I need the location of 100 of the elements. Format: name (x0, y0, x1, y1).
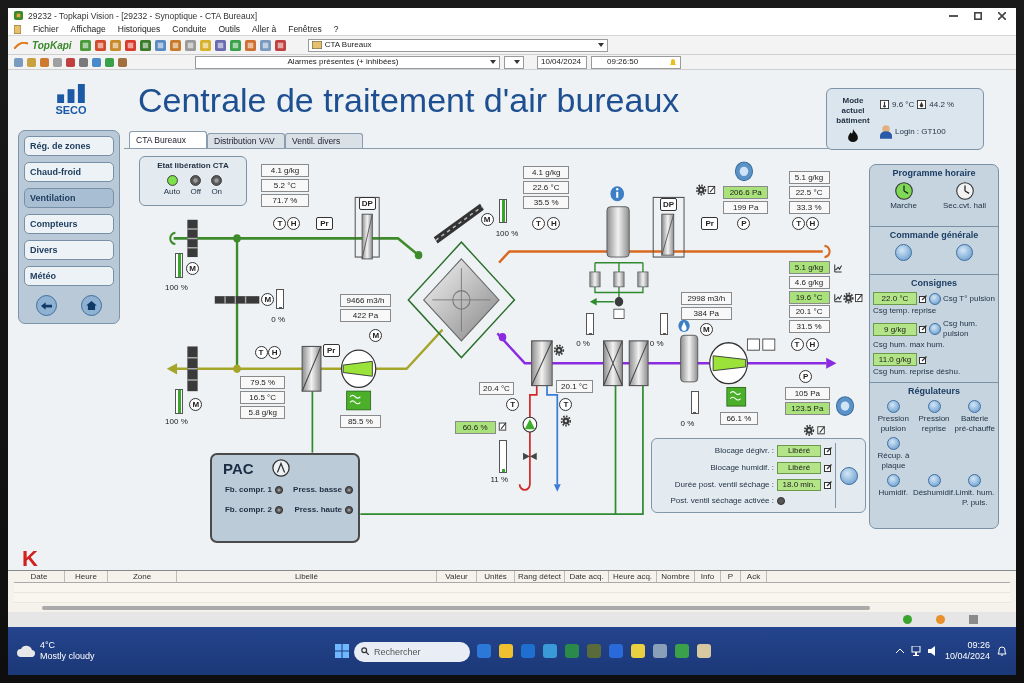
search-field[interactable]: Rechercher (354, 642, 470, 662)
value-display: 60.6 % (454, 420, 496, 434)
app-icon[interactable] (697, 644, 711, 658)
scrollbar[interactable] (42, 606, 870, 610)
toolbar-icon[interactable] (154, 39, 166, 51)
control-button[interactable] (968, 474, 982, 487)
menu-item[interactable]: Affichage (70, 24, 106, 34)
menu-item[interactable]: Fichier (33, 24, 59, 34)
chevron-up-icon[interactable] (895, 649, 904, 653)
pump-icon (522, 416, 538, 433)
menu-item[interactable]: Aller à (252, 24, 277, 34)
toolbar-icon[interactable] (229, 39, 241, 51)
toolbar-icon[interactable] (274, 39, 286, 51)
clock-icon[interactable] (894, 182, 913, 200)
value-display: 105 Pa (785, 387, 830, 401)
sensor-symbol: T (792, 217, 806, 230)
value-display: Libéré (777, 462, 821, 475)
menu-item[interactable]: Fenêtres (288, 24, 322, 34)
control-button[interactable] (835, 396, 855, 416)
setpoint-value: 9 g/kg (873, 322, 917, 336)
app-icon[interactable] (631, 644, 645, 658)
control-button[interactable] (886, 474, 900, 487)
alarm-filter-dropdown[interactable]: Alarmes présentes (+ inhibées) (195, 55, 500, 69)
regulator-label: Pression reprise (917, 414, 951, 434)
control-button[interactable] (927, 400, 941, 413)
edit-icon (919, 294, 927, 303)
column-header: Rang détect (515, 571, 565, 582)
valve-icon (523, 452, 537, 461)
control-button[interactable] (839, 466, 858, 485)
sidebar-item[interactable]: Ventilation (24, 188, 114, 208)
date-field[interactable]: 10/04/2024 (537, 55, 587, 69)
control-button[interactable] (886, 400, 900, 413)
sidebar-item[interactable]: Divers (24, 240, 114, 260)
maximize-icon[interactable] (974, 11, 982, 20)
status-dot-icon[interactable] (211, 175, 223, 186)
waves-icon (346, 390, 372, 411)
edit-icon (817, 426, 825, 435)
clock-time[interactable]: 09:26 (967, 640, 990, 651)
value-display: 5.1 g/kg (788, 260, 830, 274)
sidebar-item[interactable]: Compteurs (24, 214, 114, 234)
gear-icon (696, 184, 707, 196)
value-display: 384 Pa (680, 307, 732, 321)
toolbar-icon[interactable] (79, 39, 91, 51)
value-display: 199 Pa (723, 201, 768, 215)
control-button[interactable] (929, 323, 941, 335)
mode-label: Auto (163, 187, 181, 197)
control-button[interactable] (927, 474, 941, 487)
home-button[interactable] (81, 295, 102, 316)
tab[interactable]: Distribution VAV (207, 133, 285, 148)
status-label: Press. haute (294, 505, 342, 515)
control-button[interactable] (968, 400, 982, 413)
menu-item[interactable]: ? (333, 24, 339, 34)
line-chart-icon (834, 263, 843, 273)
close-icon[interactable] (998, 11, 1006, 20)
filter-dropdown[interactable] (504, 55, 524, 69)
toolbar-icon[interactable] (94, 39, 106, 51)
minimize-icon[interactable] (949, 14, 958, 17)
mode-label: Mode actuel bâtiment (835, 96, 871, 126)
bypass-valve (589, 261, 649, 319)
toolbar-icon[interactable] (109, 39, 121, 51)
bell-icon[interactable] (997, 646, 1007, 656)
control-button[interactable] (887, 437, 900, 450)
tab[interactable]: CTA Bureaux (129, 131, 207, 148)
app-icon[interactable] (499, 644, 513, 658)
waves-icon (726, 387, 747, 407)
panel-title: PAC (223, 459, 254, 477)
toolbar-icon[interactable] (169, 39, 181, 51)
setpoint-caption: Csg temp. reprise (873, 306, 938, 316)
status-dot-icon[interactable] (166, 175, 178, 186)
status-dot-icon[interactable] (190, 175, 202, 186)
tab[interactable]: Ventil. divers (285, 133, 363, 148)
sensor-symbol: T (531, 217, 545, 230)
regulator-label: Pression pulsion (876, 414, 910, 434)
time-field[interactable]: 09:26:50 (591, 55, 681, 69)
sidebar-item[interactable]: Chaud-froid (24, 162, 114, 182)
toolbar-icon[interactable] (244, 39, 256, 51)
windows-start-icon[interactable] (335, 644, 349, 658)
control-button[interactable] (734, 161, 754, 182)
toolbar-icon[interactable] (124, 39, 136, 51)
toolbar-icon[interactable] (184, 39, 196, 51)
toolbar-icon[interactable] (214, 39, 226, 51)
menu-item[interactable]: Historiques (117, 24, 161, 34)
sensor-symbol: M (369, 328, 383, 342)
toolbar-icon[interactable] (139, 39, 151, 51)
sidebar-item[interactable]: Météo (24, 266, 114, 286)
menu-item[interactable]: Outils (218, 24, 241, 34)
monitor-icon[interactable] (910, 646, 921, 656)
control-button[interactable] (956, 244, 973, 261)
speaker-icon[interactable] (927, 646, 938, 656)
control-button[interactable] (895, 244, 912, 261)
control-button[interactable] (929, 292, 941, 305)
sidebar-item[interactable]: Rég. de zones (24, 136, 114, 156)
field-label: Post. ventil séchage activée : (670, 495, 774, 506)
clock-date[interactable]: 10/04/2024 (944, 651, 990, 662)
back-button[interactable] (36, 295, 57, 316)
clock-icon[interactable] (955, 182, 974, 200)
compressor-icon (271, 459, 290, 477)
toolbar-icon[interactable] (259, 39, 271, 51)
view-dropdown[interactable]: CTA Bureaux (307, 38, 608, 52)
menu-item[interactable]: Conduite (172, 24, 207, 34)
